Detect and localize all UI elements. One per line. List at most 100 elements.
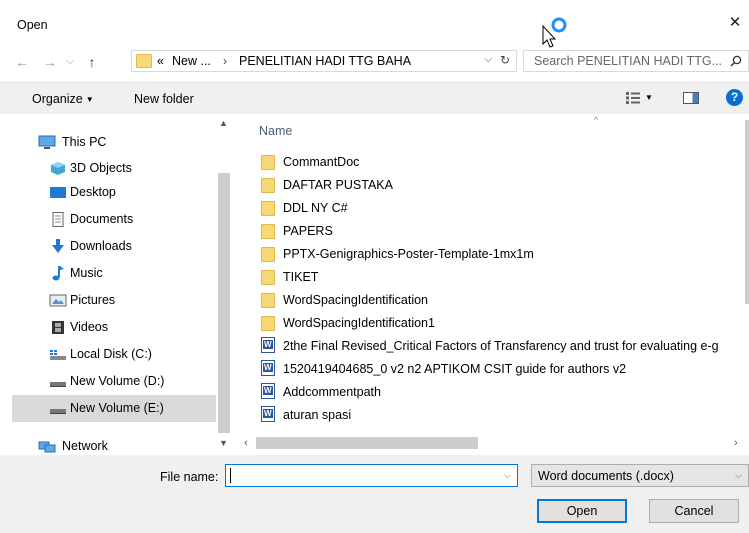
nav-item-label: Documents bbox=[70, 212, 134, 226]
file-name-dropdown-icon[interactable]: ⌵ bbox=[504, 470, 511, 481]
folder-icon bbox=[261, 155, 275, 170]
nav-item-pictures[interactable]: Pictures bbox=[12, 287, 216, 314]
folder-icon bbox=[261, 224, 275, 239]
network-icon bbox=[38, 439, 56, 454]
scroll-down-icon[interactable]: ▼ bbox=[219, 438, 228, 448]
nav-item-label: This PC bbox=[62, 135, 107, 149]
back-arrow-icon[interactable]: ← bbox=[14, 52, 30, 72]
folder-row[interactable]: DAFTAR PUSTAKA bbox=[258, 174, 738, 197]
folder-icon bbox=[261, 247, 275, 262]
word-document-icon bbox=[261, 383, 275, 399]
organize-button[interactable]: Organize ▼ bbox=[32, 92, 94, 106]
folder-row[interactable]: CommantDoc bbox=[258, 151, 738, 174]
bottom-panel: File name: ⌵ Word documents (.docx) ⌵ Op… bbox=[0, 455, 749, 533]
drive-icon bbox=[49, 374, 67, 389]
folder-row[interactable]: PAPERS bbox=[258, 220, 738, 243]
address-bar[interactable]: « New ... › PENELITIAN HADI TTG BAHA ⌵ ↻ bbox=[131, 50, 517, 72]
download-arrow-icon bbox=[49, 239, 67, 254]
nav-item-this-pc[interactable]: This PC bbox=[12, 129, 216, 156]
scroll-up-icon[interactable]: ▲ bbox=[219, 118, 228, 128]
nav-item-new-volume-e[interactable]: New Volume (E:) bbox=[12, 395, 216, 422]
help-icon[interactable]: ? bbox=[726, 89, 743, 106]
nav-pane-scroll-thumb[interactable] bbox=[218, 173, 230, 433]
nav-pane-scrollbar[interactable]: ▲ bbox=[216, 115, 232, 455]
folder-row[interactable]: WordSpacingIdentification1 bbox=[258, 312, 738, 335]
refresh-icon[interactable]: ↻ bbox=[500, 53, 510, 67]
word-document-icon bbox=[261, 360, 275, 376]
title-bar: Open ✕ bbox=[0, 0, 749, 48]
file-type-select[interactable]: Word documents (.docx) ⌵ bbox=[531, 464, 749, 487]
close-icon[interactable]: ✕ bbox=[727, 14, 743, 32]
horizontal-scroll-thumb[interactable] bbox=[256, 437, 478, 449]
cancel-button[interactable]: Cancel bbox=[649, 499, 739, 523]
nav-item-downloads[interactable]: Downloads bbox=[12, 233, 216, 260]
command-toolbar: Organize ▼ New folder ▼ ? bbox=[0, 82, 749, 114]
picture-icon bbox=[49, 293, 67, 308]
file-type-dropdown-icon[interactable]: ⌵ bbox=[735, 470, 742, 481]
preview-pane-icon[interactable] bbox=[683, 92, 699, 104]
music-note-icon bbox=[49, 266, 67, 281]
horizontal-scrollbar[interactable]: ‹ › bbox=[238, 434, 749, 452]
nav-item-label: Network bbox=[62, 439, 108, 453]
search-input[interactable]: Search PENELITIAN HADI TTG... bbox=[534, 54, 722, 68]
scroll-left-icon[interactable]: ‹ bbox=[244, 437, 248, 449]
breadcrumb-separator[interactable]: › bbox=[223, 54, 227, 68]
nav-item-label: Pictures bbox=[70, 293, 116, 307]
monitor-icon bbox=[38, 135, 56, 150]
word-document-icon bbox=[261, 406, 275, 422]
nav-item-videos[interactable]: Videos bbox=[12, 314, 216, 341]
up-arrow-icon[interactable]: ↑ bbox=[84, 52, 100, 72]
file-row[interactable]: 1520419404685_0 v2 n2 APTIKOM CSIT guide… bbox=[258, 358, 738, 381]
file-name-label: PPTX-Genigraphics-Poster-Template-1mx1m bbox=[283, 247, 534, 261]
nav-item-new-volume-d[interactable]: New Volume (D:) bbox=[12, 368, 216, 395]
recent-locations-chevron-icon[interactable]: ⌵ bbox=[64, 52, 76, 72]
file-row[interactable]: 2the Final Revised_Critical Factors of T… bbox=[258, 335, 738, 358]
dialog-title: Open bbox=[17, 18, 48, 32]
folder-row[interactable]: DDL NY C# bbox=[258, 197, 738, 220]
breadcrumb-overflow[interactable]: « bbox=[157, 54, 164, 68]
open-button[interactable]: Open bbox=[537, 499, 627, 523]
search-box[interactable]: Search PENELITIAN HADI TTG... bbox=[523, 50, 749, 72]
folder-row[interactable]: WordSpacingIdentification bbox=[258, 289, 738, 312]
navigation-row: ← → ⌵ ↑ « New ... › PENELITIAN HADI TTG … bbox=[0, 48, 749, 76]
word-document-icon bbox=[261, 337, 275, 353]
file-name-label: DDL NY C# bbox=[283, 201, 348, 215]
forward-arrow-icon[interactable]: → bbox=[42, 52, 58, 72]
nav-item-3d-objects[interactable]: 3D Objects bbox=[12, 155, 216, 182]
nav-item-music[interactable]: Music bbox=[12, 260, 216, 287]
file-row[interactable]: aturan spasi bbox=[258, 404, 738, 427]
file-name-label: WordSpacingIdentification bbox=[283, 293, 428, 307]
file-name-label: aturan spasi bbox=[283, 408, 352, 422]
folder-row[interactable]: PPTX-Genigraphics-Poster-Template-1mx1m bbox=[258, 243, 738, 266]
nav-item-desktop[interactable]: Desktop bbox=[12, 179, 216, 206]
file-name-label: CommantDoc bbox=[283, 155, 360, 169]
organize-label: Organize bbox=[32, 92, 83, 106]
address-dropdown-icon[interactable]: ⌵ bbox=[484, 54, 492, 65]
breadcrumb-current-folder[interactable]: PENELITIAN HADI TTG BAHA bbox=[239, 54, 411, 68]
folder-row[interactable]: TIKET bbox=[258, 266, 738, 289]
file-type-value: Word documents (.docx) bbox=[538, 469, 674, 483]
film-icon bbox=[49, 320, 67, 335]
view-options-icon[interactable] bbox=[626, 92, 640, 104]
document-icon bbox=[49, 212, 67, 227]
folder-icon bbox=[261, 316, 275, 331]
nav-item-documents[interactable]: Documents bbox=[12, 206, 216, 233]
file-name-label: DAFTAR PUSTAKA bbox=[283, 178, 393, 192]
search-icon[interactable] bbox=[730, 55, 742, 67]
folder-icon bbox=[261, 270, 275, 285]
nav-item-label: Local Disk (C:) bbox=[70, 347, 152, 361]
folder-icon bbox=[261, 178, 275, 193]
breadcrumb-new[interactable]: New ... bbox=[172, 54, 211, 68]
file-name-input[interactable]: ⌵ bbox=[225, 464, 518, 487]
sort-ascending-icon: ^ bbox=[594, 115, 599, 125]
new-folder-button[interactable]: New folder bbox=[134, 92, 194, 106]
column-header-name[interactable]: Name bbox=[259, 124, 292, 138]
file-name-label: Addcommentpath bbox=[283, 385, 381, 399]
nav-item-local-disk-c[interactable]: Local Disk (C:) bbox=[12, 341, 216, 368]
nav-item-label: Videos bbox=[70, 320, 108, 334]
file-list-scroll-thumb[interactable] bbox=[745, 120, 749, 304]
file-row[interactable]: Addcommentpath bbox=[258, 381, 738, 404]
scroll-right-icon[interactable]: › bbox=[734, 437, 738, 449]
windows-drive-icon bbox=[49, 347, 67, 362]
view-caret-icon[interactable]: ▼ bbox=[645, 93, 653, 102]
